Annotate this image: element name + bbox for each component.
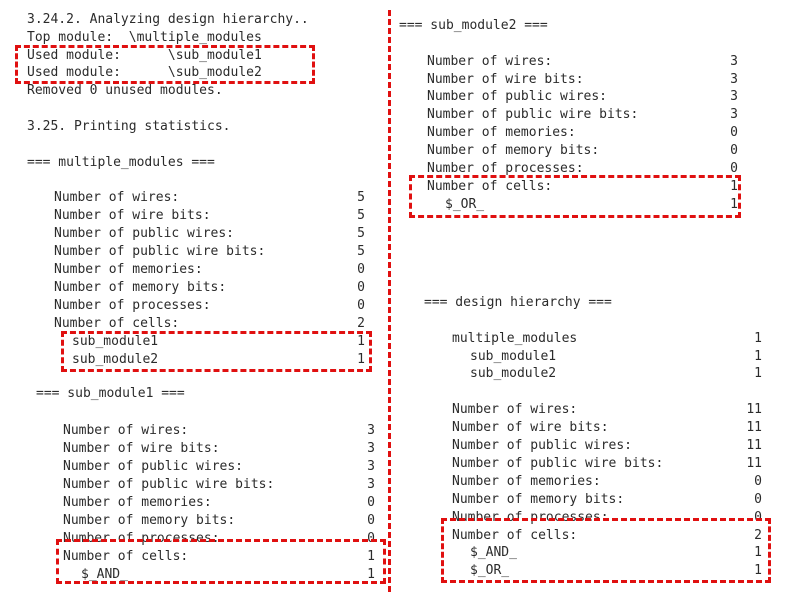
highlight-sm1-cells <box>56 539 386 584</box>
multiple-modules-header: === multiple_modules === <box>27 155 215 170</box>
stat-value: 5 <box>357 208 365 223</box>
stat-value: 5 <box>357 244 365 259</box>
stat-value: 0 <box>754 474 762 489</box>
stat-label: Number of wire bits: <box>54 208 211 223</box>
stat-label: Number of memory bits: <box>427 143 600 158</box>
stat-value: 2 <box>357 316 365 331</box>
top-module-line: Top module: \multiple_modules <box>27 30 262 45</box>
module-label: multiple_modules <box>452 331 578 346</box>
stat-label: Number of public wires: <box>452 438 633 453</box>
stat-label: Number of public wire bits: <box>63 477 275 492</box>
stat-label: Number of public wires: <box>427 89 608 104</box>
sub-module1-header: === sub_module1 === <box>36 386 185 401</box>
highlight-mm-cells <box>61 331 372 372</box>
stat-value: 11 <box>746 402 762 417</box>
stat-label: Number of wire bits: <box>452 420 609 435</box>
stat-value: 0 <box>754 492 762 507</box>
stat-label: Number of memories: <box>452 474 601 489</box>
stat-label: Number of cells: <box>54 316 180 331</box>
stat-value: 11 <box>746 438 762 453</box>
stat-value: 0 <box>730 125 738 140</box>
stat-value: 0 <box>357 298 365 313</box>
stat-label: Number of public wires: <box>54 226 235 241</box>
stat-value: 3 <box>730 107 738 122</box>
stat-label: Number of wires: <box>427 54 553 69</box>
stat-value: 5 <box>357 226 365 241</box>
highlight-sm2-cells <box>409 175 741 218</box>
stat-value: 11 <box>746 456 762 471</box>
stat-label: Number of public wire bits: <box>452 456 664 471</box>
stat-value: 3 <box>367 459 375 474</box>
stat-label: Number of wires: <box>54 190 180 205</box>
module-value: 1 <box>754 366 762 381</box>
module-label: sub_module1 <box>470 349 557 364</box>
stat-label: Number of public wire bits: <box>427 107 639 122</box>
stat-label: Number of wires: <box>63 423 189 438</box>
stat-value: 3 <box>730 54 738 69</box>
removed-line: Removed 0 unused modules. <box>27 83 223 98</box>
stat-value: 0 <box>357 280 365 295</box>
stat-value: 0 <box>367 513 375 528</box>
stat-label: Number of wire bits: <box>427 72 584 87</box>
printing-line: 3.25. Printing statistics. <box>27 119 231 134</box>
sub-module2-header: === sub_module2 === <box>399 18 548 33</box>
stat-value: 3 <box>367 477 375 492</box>
stat-label: Number of public wire bits: <box>54 244 266 259</box>
stat-value: 3 <box>367 423 375 438</box>
stat-value: 0 <box>730 143 738 158</box>
stat-value: 0 <box>367 495 375 510</box>
stat-value: 5 <box>357 190 365 205</box>
column-divider <box>388 10 391 592</box>
highlight-used-modules <box>15 45 315 84</box>
stat-label: Number of memory bits: <box>54 280 227 295</box>
design-hierarchy-header: === design hierarchy === <box>424 295 612 310</box>
stat-value: 3 <box>730 89 738 104</box>
stat-label: Number of memories: <box>54 262 203 277</box>
stat-value: 11 <box>746 420 762 435</box>
stat-value: 3 <box>730 72 738 87</box>
analyzing-line: 3.24.2. Analyzing design hierarchy.. <box>27 12 309 27</box>
stat-label: Number of memories: <box>427 125 576 140</box>
stat-label: Number of processes: <box>54 298 211 313</box>
stat-label: Number of memory bits: <box>452 492 625 507</box>
stat-value: 0 <box>357 262 365 277</box>
stat-label: Number of wire bits: <box>63 441 220 456</box>
highlight-dh-cells <box>441 518 771 583</box>
stat-label: Number of memories: <box>63 495 212 510</box>
stat-label: Number of public wires: <box>63 459 244 474</box>
stat-label: Number of memory bits: <box>63 513 236 528</box>
stat-label: Number of wires: <box>452 402 578 417</box>
stat-value: 3 <box>367 441 375 456</box>
module-label: sub_module2 <box>470 366 557 381</box>
module-value: 1 <box>754 349 762 364</box>
module-value: 1 <box>754 331 762 346</box>
